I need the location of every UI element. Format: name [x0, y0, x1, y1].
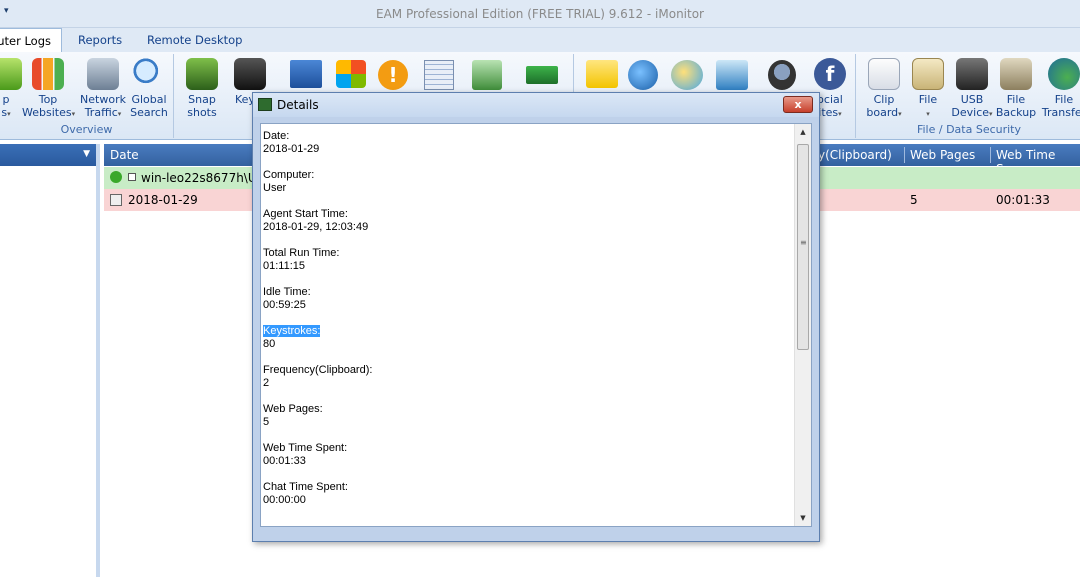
field-label: Agent Start Time:: [263, 208, 348, 220]
field-date: Date: 2018-01-29: [263, 130, 319, 156]
field-agent-start-time: Agent Start Time: 2018-01-29, 12:03:49: [263, 208, 368, 234]
window-title: EAM Professional Edition (FREE TRIAL) 9.…: [376, 7, 704, 21]
application-icon[interactable]: [472, 60, 502, 90]
field-value: 2: [263, 377, 270, 389]
field-label: Frequency(Clipboard):: [263, 364, 373, 376]
app-icon: [258, 98, 272, 111]
row-web-time-value: 00:01:33: [996, 193, 1050, 207]
snapshots-button[interactable]: Snap shots: [176, 58, 228, 119]
details-text-area[interactable]: Date: 2018-01-29 Computer: User Agent St…: [260, 123, 812, 527]
field-computer: Computer: User: [263, 169, 314, 195]
field-label: Date:: [263, 130, 290, 142]
file-transfer-icon: [1048, 58, 1080, 90]
facebook-icon: f: [814, 58, 846, 90]
hardware-icon[interactable]: [526, 66, 558, 84]
field-value: 2018-01-29: [263, 143, 320, 155]
webcam-icon[interactable]: [768, 60, 796, 90]
window-icon[interactable]: [290, 60, 322, 88]
field-value: 01:11:15: [263, 260, 306, 272]
field-chat-time-spent: Chat Time Spent: 00:00:00: [263, 481, 348, 507]
keyboard-icon: [234, 58, 266, 90]
global-search-button[interactable]: Global Search: [123, 58, 175, 119]
ribbon-group-overview: p s▾ Top Websites▾ Network Traffic▾ Glob…: [0, 54, 174, 138]
field-label: Idle Time:: [263, 286, 311, 298]
tab-reports[interactable]: Reports: [70, 28, 130, 52]
network-icon: [87, 58, 119, 90]
usb-icon: [956, 58, 988, 90]
app-icon: [0, 58, 22, 90]
field-label-selected: Keystrokes:: [263, 325, 321, 338]
ribbon-tabs: uter Logs Reports Remote Desktop: [0, 28, 1080, 52]
mail-client-icon[interactable]: [716, 60, 748, 90]
chat-icon[interactable]: [671, 60, 703, 90]
field-label: Computer:: [263, 169, 315, 181]
field-value: 00:00:00: [263, 494, 306, 506]
vertical-scrollbar[interactable]: ▲ ≡ ▼: [794, 124, 811, 526]
details-dialog: Details x Date: 2018-01-29 Computer: Use…: [252, 92, 820, 542]
checkbox[interactable]: [128, 173, 136, 181]
chevron-down-icon[interactable]: ▼: [83, 149, 90, 159]
row-web-pages-value: 5: [910, 193, 918, 207]
column-web-pages[interactable]: Web Pages: [910, 148, 975, 162]
field-label: Chat Time Spent:: [263, 481, 348, 493]
field-web-time-spent: Web Time Spent: 00:01:33: [263, 442, 347, 468]
field-keystrokes: Keystrokes: 80: [263, 325, 321, 351]
online-status-icon: [110, 171, 122, 183]
spreadsheet-icon[interactable]: [424, 60, 454, 90]
field-total-run-time: Total Run Time: 01:11:15: [263, 247, 339, 273]
field-label: Total Run Time:: [263, 247, 340, 259]
dialog-title-bar[interactable]: Details x: [253, 93, 819, 117]
snapshot-icon: [186, 58, 218, 90]
field-label: Web Time Spent:: [263, 442, 348, 454]
field-value: 00:01:33: [263, 455, 306, 467]
log-icon: [110, 194, 122, 206]
field-frequency-clipboard: Frequency(Clipboard): 2: [263, 364, 372, 390]
file-icon: [912, 58, 944, 90]
globe-icon[interactable]: [628, 60, 658, 90]
computer-tree-pane[interactable]: ▼: [0, 144, 100, 577]
title-bar: ▾ EAM Professional Edition (FREE TRIAL) …: [0, 0, 1080, 28]
bar-chart-icon: [32, 58, 64, 90]
row-date-value: 2018-01-29: [128, 193, 198, 207]
windows-logo-icon[interactable]: [336, 60, 366, 88]
selection-highlight: Keystrokes:: [263, 325, 321, 337]
field-value: 2018-01-29, 12:03:49: [263, 221, 369, 233]
field-value: User: [263, 182, 287, 194]
clipboard-icon: [868, 58, 900, 90]
scroll-down-arrow-down-icon[interactable]: ▼: [795, 510, 811, 526]
grip-icon: ≡: [800, 238, 807, 247]
field-value: 80: [263, 338, 276, 350]
column-frequency-clipboard[interactable]: y(Clipboard): [818, 148, 892, 162]
network-traffic-button[interactable]: Network Traffic▾: [77, 58, 129, 121]
column-date[interactable]: Date: [110, 148, 139, 162]
tab-remote-desktop[interactable]: Remote Desktop: [139, 28, 250, 52]
scrollbar-thumb[interactable]: ≡: [797, 144, 809, 350]
file-backup-button[interactable]: File Backup: [990, 58, 1042, 119]
tab-computer-logs[interactable]: uter Logs: [0, 28, 62, 52]
field-label: Web Pages:: [263, 403, 323, 415]
field-web-pages: Web Pages: 5: [263, 403, 323, 429]
file-transfer-button[interactable]: File Transfer: [1038, 58, 1080, 119]
group-label-overview: Overview: [60, 123, 113, 136]
user-label: win-leo22s8677h\Us: [141, 171, 263, 185]
field-idle-time: Idle Time: 00:59:25: [263, 286, 311, 312]
top-websites-button[interactable]: Top Websites▾: [22, 58, 75, 121]
alert-icon[interactable]: !: [378, 60, 408, 90]
ribbon-group-file-data-security: Clip board▾ File ▾ USB Device▾ File Back…: [858, 54, 1080, 138]
search-icon: [133, 58, 165, 90]
email-icon[interactable]: [586, 60, 618, 88]
group-label-file-data-security: File / Data Security: [916, 123, 1022, 136]
close-button[interactable]: x: [783, 96, 813, 113]
scroll-up-arrow-up-icon[interactable]: ▲: [795, 124, 811, 140]
field-value: 00:59:25: [263, 299, 306, 311]
tree-header[interactable]: ▼: [0, 144, 96, 166]
dialog-title: Details: [277, 98, 319, 112]
field-value: 5: [263, 416, 270, 428]
backup-icon: [1000, 58, 1032, 90]
